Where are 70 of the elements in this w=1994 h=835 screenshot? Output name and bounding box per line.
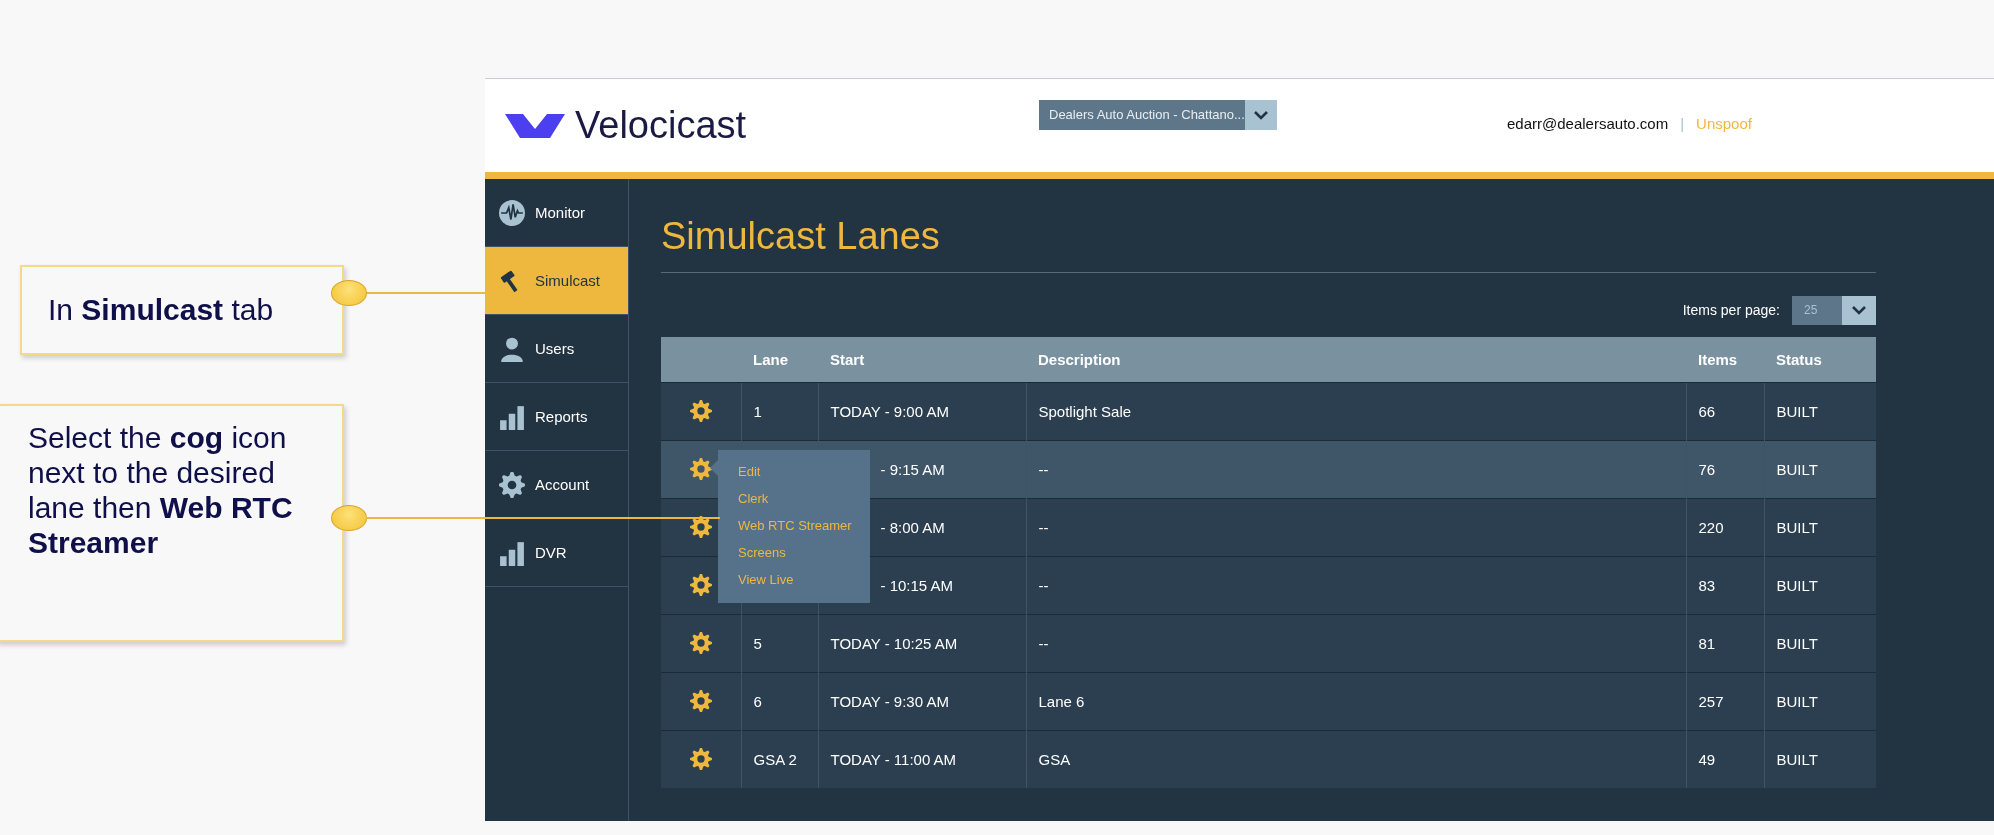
table-cell: TODAY - 10:25 AM <box>830 634 958 652</box>
table-cell: - 10:15 AM <box>880 576 954 594</box>
table-cell: - 9:15 AM <box>880 460 945 478</box>
table-cell: 81 <box>1698 634 1716 652</box>
callout-text: In Simulcast tab <box>47 292 274 328</box>
table-cell: BUILT <box>1776 402 1818 420</box>
settings-icon[interactable] <box>689 748 712 770</box>
settings-icon[interactable] <box>689 632 712 654</box>
caret-icon <box>1252 108 1269 121</box>
table-cell: 5 <box>753 634 762 652</box>
user-email: edarr@dealersauto.com <box>1507 115 1669 132</box>
auction-dropdown[interactable]: Dealers Auto Auction - Chattano... <box>1039 99 1277 130</box>
column-header: Status <box>1764 337 1876 382</box>
table-cell: -- <box>1038 634 1049 652</box>
caret-icon <box>1851 304 1867 316</box>
table-cell: BUILT <box>1776 692 1818 710</box>
column-header: Lane <box>741 337 818 382</box>
table-cell: BUILT <box>1776 634 1818 652</box>
table-cell: BUILT <box>1776 460 1818 478</box>
bar-chart-icon <box>499 539 525 566</box>
table-cell: TODAY - 9:00 AM <box>830 402 949 420</box>
table-cell: 1 <box>753 402 762 420</box>
settings-icon[interactable] <box>689 516 712 538</box>
callout-text: Select the cog icon next to the desired lane then Web RTC Streamer <box>27 420 294 561</box>
table-cell: 66 <box>1698 402 1716 420</box>
table-cell: BUILT <box>1776 750 1818 768</box>
column-header: Items <box>1686 337 1764 382</box>
column-header: Start <box>818 337 1026 382</box>
nav-item[interactable]: Simulcast <box>485 247 628 315</box>
table-cell: 257 <box>1698 692 1724 710</box>
settings-icon[interactable] <box>689 400 712 422</box>
table-cell: -- <box>1038 518 1049 536</box>
table-cell: 49 <box>1698 750 1716 768</box>
table-cell: Lane 6 <box>1038 692 1085 710</box>
logo-text: Velocicast <box>575 104 747 147</box>
table-cell: GSA <box>1038 750 1071 768</box>
nav-item[interactable]: DVR <box>485 519 628 587</box>
table-cell: TODAY - 11:00 AM <box>830 750 957 768</box>
connector-knob <box>331 505 367 531</box>
connector-knob <box>331 280 367 306</box>
table-cell: GSA 2 <box>753 750 797 768</box>
pulse-icon <box>499 199 525 226</box>
table-cell: 76 <box>1698 460 1716 478</box>
nav-item[interactable]: Users <box>485 315 628 383</box>
table-cell: 220 <box>1698 518 1724 536</box>
table-cell: -- <box>1038 576 1049 594</box>
table-cell: TODAY - 9:30 AM <box>830 692 949 710</box>
table-cell: -- <box>1038 460 1049 478</box>
table-row[interactable]: 5 TODAY - 10:25 AM -- 81 BUILT <box>661 614 1876 672</box>
table-cell: - 8:00 AM <box>880 518 945 536</box>
page-title: Simulcast Lanes <box>661 215 1876 273</box>
settings-icon[interactable] <box>689 458 712 480</box>
table-cell: BUILT <box>1776 518 1818 536</box>
table-cell: BUILT <box>1776 576 1818 594</box>
items-per-page-label: Items per page: <box>1682 302 1780 318</box>
user-icon <box>499 335 525 362</box>
table-cell: 83 <box>1698 576 1716 594</box>
nav-item[interactable]: Account <box>485 451 628 519</box>
settings-icon[interactable] <box>689 574 712 596</box>
table-row[interactable]: 6 TODAY - 9:30 AM Lane 6 257 BUILT <box>661 672 1876 730</box>
bar-chart-icon <box>499 403 525 430</box>
table-cell: 6 <box>753 692 762 710</box>
nav-item[interactable]: Reports <box>485 383 628 451</box>
table-row[interactable]: GSA 2 TODAY - 11:00 AM GSA 49 BUILT <box>661 730 1876 788</box>
separator: | <box>1680 115 1685 132</box>
table-cell: Spotlight Sale <box>1038 402 1132 420</box>
gear-icon <box>499 471 525 498</box>
settings-icon[interactable] <box>689 690 712 712</box>
column-header: Description <box>1026 337 1686 382</box>
table-row[interactable]: 1 TODAY - 9:00 AM Spotlight Sale 66 BUILT <box>661 382 1876 440</box>
